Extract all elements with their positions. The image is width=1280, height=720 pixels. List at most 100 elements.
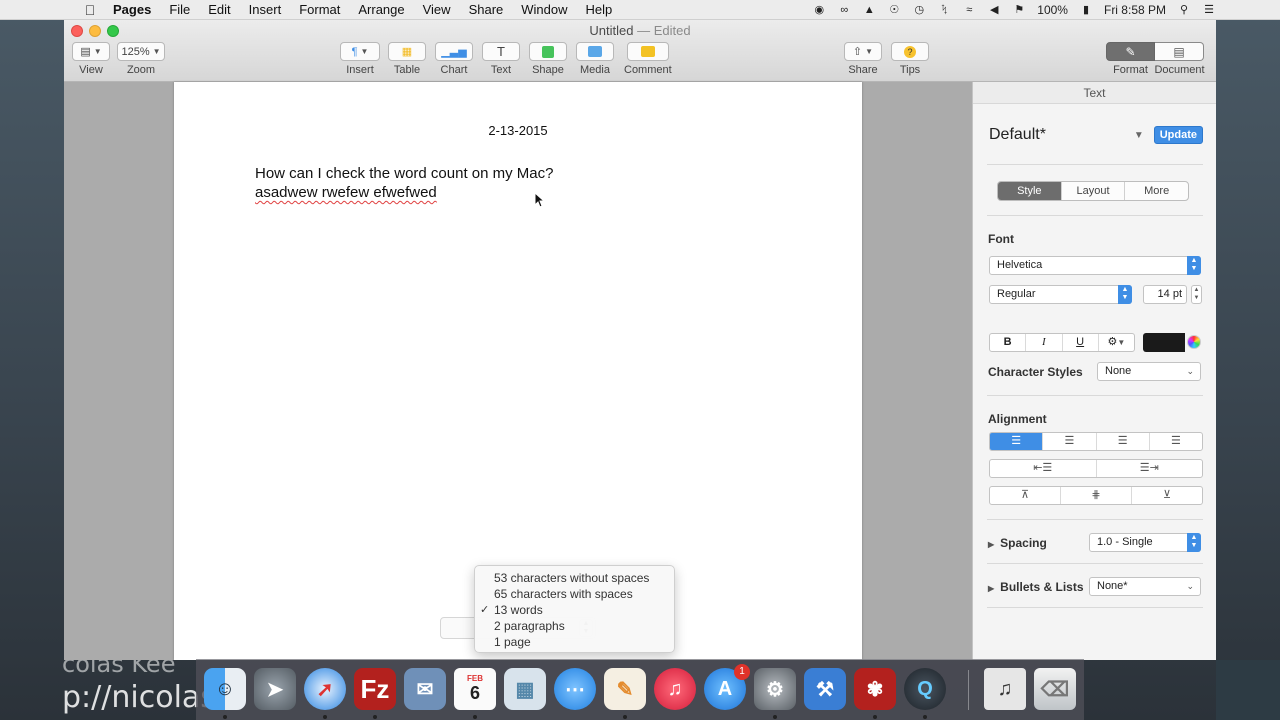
justify-button[interactable]: ☰ (1148, 433, 1202, 450)
update-style-button[interactable]: Update (1153, 126, 1203, 144)
align-right-button[interactable]: ☰ (1095, 433, 1149, 450)
document-text-line-2[interactable]: asadwew rwefew efwefwed (255, 184, 437, 201)
menu-edit[interactable]: Edit (199, 2, 239, 17)
shape-button[interactable] (529, 42, 567, 61)
bullets-select[interactable]: None* ⌄ (1089, 577, 1201, 596)
tips-button[interactable]: ? (891, 42, 929, 61)
word-count-option-chars-with-spaces[interactable]: 65 characters with spaces (475, 586, 674, 602)
format-button[interactable]: ✎ (1106, 42, 1155, 61)
safari-icon[interactable]: ➚ (304, 668, 346, 710)
word-count-option-pages[interactable]: 1 page (475, 634, 674, 650)
align-top-button[interactable]: ⊼ (990, 487, 1060, 504)
apple-menu-icon[interactable]:  (76, 2, 104, 18)
sync-icon[interactable]: ☉ (887, 3, 901, 17)
app-store-icon[interactable]: A1 (704, 664, 750, 710)
bullets-lists-disclosure[interactable]: ▶ Bullets & Lists (988, 580, 1084, 594)
bluetooth-icon[interactable]: ᛪ (937, 3, 951, 17)
flag-icon[interactable]: ⚑ (1012, 3, 1026, 17)
tab-style[interactable]: Style (998, 182, 1061, 200)
record-icon[interactable]: ◉ (812, 3, 826, 17)
style-dropdown-icon[interactable]: ▼ (1134, 130, 1144, 141)
itunes-icon[interactable]: ♫ (654, 668, 696, 710)
preview-icon[interactable]: ▦ (504, 668, 546, 710)
pages-icon[interactable]: ✎ (604, 668, 646, 710)
media-tool: Media (576, 42, 614, 76)
document-text-line-1[interactable]: How can I check the word count on my Mac… (255, 165, 553, 182)
comment-button[interactable] (626, 42, 669, 61)
battery-percent[interactable]: 100% (1037, 3, 1068, 17)
quicktime-icon[interactable]: Q (904, 668, 946, 710)
chart-tool: ▁▃▅ Chart (435, 42, 473, 76)
spacing-select[interactable]: 1.0 - Single ▲ ▼ (1089, 533, 1201, 552)
font-size-field[interactable]: 14 pt (1143, 285, 1187, 304)
paragraph-style-name[interactable]: Default* (989, 126, 1134, 144)
launchpad-icon[interactable]: ➤ (254, 668, 296, 710)
finder-icon[interactable]: ☺ (204, 668, 246, 710)
spotlight-search-icon[interactable]: ⚲ (1177, 3, 1191, 17)
xcode-icon[interactable]: ⚒ (804, 668, 846, 710)
wifi-icon[interactable]: ≈ (962, 3, 976, 17)
pages-window: Untitled — Edited ▤ ▼ View 125% ▼ Zoom ¶ ▼ … (64, 20, 1216, 660)
align-bottom-button[interactable]: ⊻ (1131, 487, 1202, 504)
menu-arrange[interactable]: Arrange (349, 2, 413, 17)
text-button[interactable]: T (482, 42, 520, 61)
text-options-button[interactable]: ⚙▼ (1097, 334, 1134, 351)
menu-file[interactable]: File (160, 2, 199, 17)
menu-format[interactable]: Format (290, 2, 349, 17)
align-left-button[interactable]: ☰ (990, 433, 1043, 450)
time-machine-icon[interactable]: ◷ (912, 3, 926, 17)
word-count-option-words[interactable]: ✓ 13 words (475, 602, 674, 618)
zoom-tool: 125% ▼ Zoom (117, 42, 165, 76)
underline-button[interactable]: U (1061, 334, 1098, 351)
filezilla-icon[interactable]: Fz (354, 668, 396, 710)
word-count-option-chars-no-spaces[interactable]: 53 characters without spaces (475, 570, 674, 586)
color-wheel-icon[interactable] (1187, 335, 1201, 349)
character-styles-select[interactable]: None ⌄ (1097, 362, 1201, 381)
font-family-select[interactable]: Helvetica ▲ ▼ (989, 256, 1201, 275)
trash-icon[interactable]: ⌫ (1034, 668, 1076, 710)
increase-indent-button[interactable]: ☰⇥ (1095, 460, 1203, 477)
tab-more[interactable]: More (1124, 182, 1188, 200)
zoom-button[interactable]: 125% ▼ (117, 42, 165, 61)
menu-help[interactable]: Help (577, 2, 622, 17)
battery-icon[interactable]: ▮ (1079, 3, 1093, 17)
view-button[interactable]: ▤ ▼ (72, 42, 110, 61)
decrease-indent-button[interactable]: ⇤☰ (990, 460, 1096, 477)
align-center-button[interactable]: ☰ (1042, 433, 1095, 450)
clock[interactable]: Fri 8:58 PM (1104, 3, 1166, 17)
acrobat-icon[interactable]: ✾ (854, 668, 896, 710)
menu-insert[interactable]: Insert (240, 2, 291, 17)
table-button[interactable]: ▦ (388, 42, 426, 61)
tab-layout[interactable]: Layout (1060, 182, 1125, 200)
adobe-icon[interactable]: ▲ (862, 3, 876, 17)
menu-share[interactable]: Share (460, 2, 513, 17)
menu-window[interactable]: Window (512, 2, 576, 17)
document-date[interactable]: 2-13-2015 (174, 123, 862, 138)
spacing-disclosure[interactable]: ▶ Spacing (988, 536, 1047, 550)
font-size-stepper-icon[interactable]: ▲ ▼ (1191, 285, 1202, 304)
table-label: Table (393, 64, 421, 76)
chart-button[interactable]: ▁▃▅ (435, 42, 473, 61)
notification-center-icon[interactable]: ☰ (1202, 3, 1216, 17)
insert-button[interactable]: ¶ ▼ (340, 42, 380, 61)
system-preferences-icon[interactable]: ⚙ (754, 668, 796, 710)
character-styles-label: Character Styles (988, 365, 1083, 379)
font-style-select[interactable]: Regular ▲ ▼ (989, 285, 1132, 304)
document-button[interactable]: ▤ (1155, 42, 1204, 61)
italic-button[interactable]: I (1025, 334, 1061, 351)
text-color-swatch[interactable] (1143, 333, 1185, 352)
volume-icon[interactable]: ◀ (987, 3, 1001, 17)
app-menu[interactable]: Pages (104, 2, 160, 17)
menu-view[interactable]: View (414, 2, 460, 17)
mail-icon[interactable]: ✉ (404, 668, 446, 710)
align-middle-button[interactable]: ⋕ (1060, 487, 1131, 504)
word-count-option-paragraphs[interactable]: 2 paragraphs (475, 618, 674, 634)
text-label: Text (490, 64, 512, 76)
media-button[interactable] (576, 42, 614, 61)
share-button[interactable]: ⇧ ▼ (844, 42, 882, 61)
calendar-icon[interactable]: FEB 6 (454, 668, 496, 710)
messages-icon[interactable]: ⋯ (554, 668, 596, 710)
bold-button[interactable]: B (990, 334, 1025, 351)
creative-cloud-icon[interactable]: ∞ (837, 3, 851, 17)
music-folder-icon[interactable]: ♫ (984, 668, 1026, 710)
